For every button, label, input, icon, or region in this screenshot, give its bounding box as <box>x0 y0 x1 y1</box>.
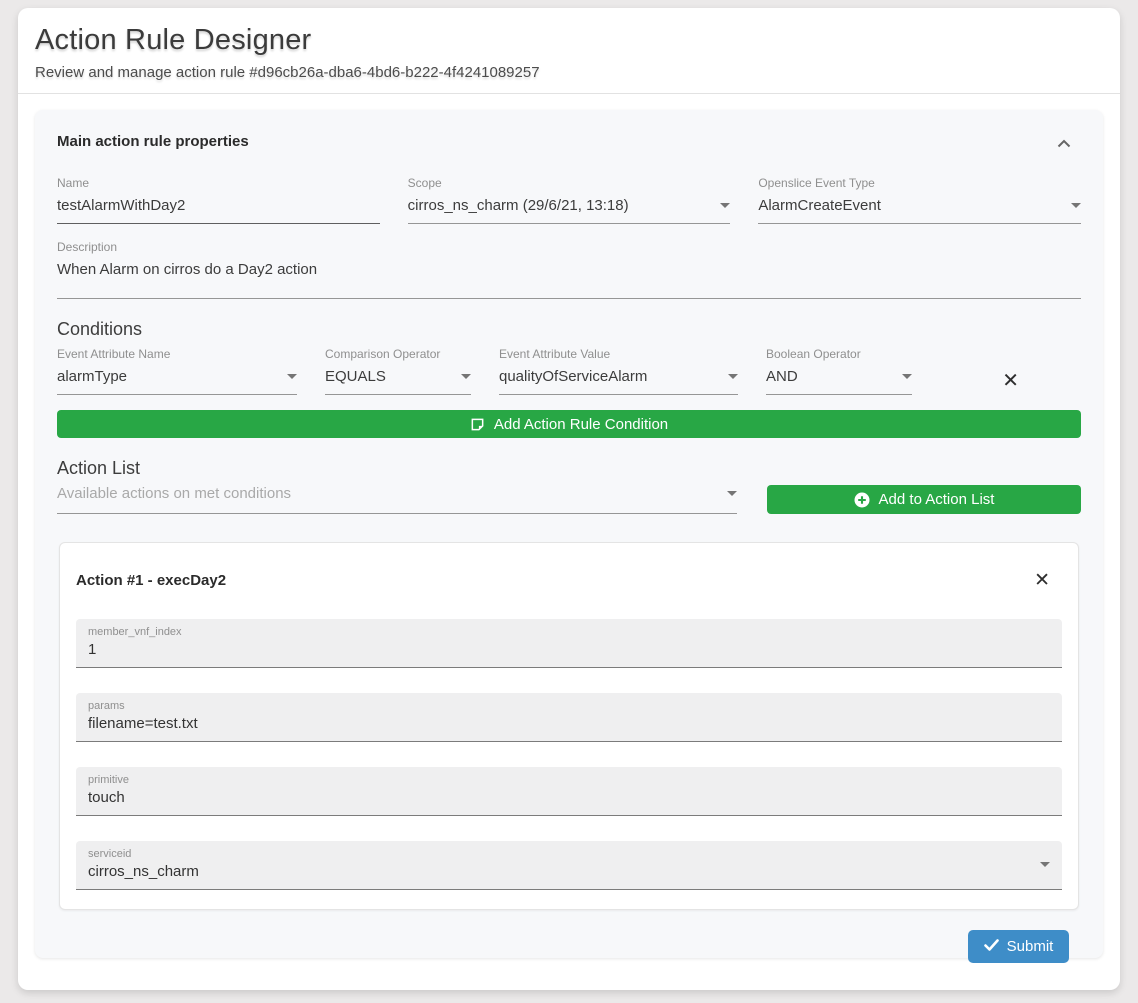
event-attribute-name-select[interactable]: alarmType <box>57 368 297 395</box>
collapse-panel-button[interactable] <box>1057 135 1071 153</box>
event-attribute-value-select[interactable]: qualityOfServiceAlarm <box>499 368 738 395</box>
event-type-select[interactable]: AlarmCreateEvent <box>758 197 1081 224</box>
primitive-label: primitive <box>88 774 129 786</box>
event-type-field[interactable]: Openslice Event Type AlarmCreateEvent <box>758 176 1081 224</box>
event-attribute-value-value: qualityOfServiceAlarm <box>499 368 647 385</box>
event-type-label: Openslice Event Type <box>758 176 1081 190</box>
available-actions-select[interactable]: Available actions on met conditions <box>57 485 737 514</box>
chevron-down-icon <box>461 374 471 379</box>
submit-label: Submit <box>1007 938 1054 955</box>
boolean-operator-field[interactable]: Boolean Operator AND <box>766 347 912 395</box>
scope-select[interactable]: cirros_ns_charm (29/6/21, 13:18) <box>408 197 731 224</box>
page-subtitle: Review and manage action rule #d96cb26a-… <box>35 64 1103 81</box>
condition-row: Event Attribute Name alarmType Compariso… <box>57 347 1081 395</box>
comparison-operator-select[interactable]: EQUALS <box>325 368 471 395</box>
event-type-value: AlarmCreateEvent <box>758 197 881 214</box>
serviceid-field[interactable]: serviceid cirros_ns_charm <box>76 841 1062 890</box>
chevron-up-icon <box>1057 135 1071 152</box>
event-attribute-name-value: alarmType <box>57 368 127 385</box>
main-fields-row: Name testAlarmWithDay2 Scope cirros_ns_c… <box>57 176 1081 224</box>
description-label: Description <box>57 240 1081 254</box>
comparison-operator-value: EQUALS <box>325 368 386 385</box>
boolean-operator-select[interactable]: AND <box>766 368 912 395</box>
action-card-header: Action #1 - execDay2 ✕ <box>76 571 1062 590</box>
name-label: Name <box>57 176 380 190</box>
check-icon <box>984 938 999 955</box>
note-add-icon <box>470 417 485 432</box>
comparison-operator-label: Comparison Operator <box>325 347 471 361</box>
scope-label: Scope <box>408 176 731 190</box>
chevron-down-icon <box>727 491 737 496</box>
member-vnf-index-label: member_vnf_index <box>88 626 182 638</box>
name-field[interactable]: Name testAlarmWithDay2 <box>57 176 380 224</box>
panel-header: Main action rule properties <box>57 133 1081 153</box>
chevron-down-icon <box>287 374 297 379</box>
event-attribute-value-label: Event Attribute Value <box>499 347 738 361</box>
params-value: filename=test.txt <box>88 715 198 732</box>
event-attribute-name-label: Event Attribute Name <box>57 347 297 361</box>
conditions-heading: Conditions <box>57 319 1081 340</box>
close-icon: ✕ <box>1034 570 1050 591</box>
member-vnf-index-value: 1 <box>88 641 182 658</box>
close-icon: ✕ <box>1002 370 1019 392</box>
add-to-action-list-button[interactable]: Add to Action List <box>767 485 1081 514</box>
event-attribute-name-field[interactable]: Event Attribute Name alarmType <box>57 347 297 395</box>
main-rule-panel: Main action rule properties Name testAla… <box>35 110 1103 958</box>
action-list-heading: Action List <box>57 458 1081 479</box>
event-attribute-value-field[interactable]: Event Attribute Value qualityOfServiceAl… <box>499 347 738 395</box>
add-condition-button[interactable]: Add Action Rule Condition <box>57 410 1081 438</box>
main-container: Action Rule Designer Review and manage a… <box>18 8 1120 990</box>
available-actions-field[interactable]: Available actions on met conditions <box>57 485 737 514</box>
member-vnf-index-field[interactable]: member_vnf_index 1 <box>76 619 1062 668</box>
boolean-operator-value: AND <box>766 368 798 385</box>
action-card-title: Action #1 - execDay2 <box>76 572 226 589</box>
description-field[interactable]: Description When Alarm on cirros do a Da… <box>57 240 1081 299</box>
chevron-down-icon <box>728 374 738 379</box>
description-input[interactable]: When Alarm on cirros do a Day2 action <box>57 261 1081 299</box>
name-value: testAlarmWithDay2 <box>57 197 185 214</box>
chevron-down-icon <box>720 203 730 208</box>
chevron-down-icon <box>1071 203 1081 208</box>
add-condition-label: Add Action Rule Condition <box>494 416 668 433</box>
serviceid-value: cirros_ns_charm <box>88 863 199 880</box>
add-to-action-list-label: Add to Action List <box>879 491 995 508</box>
scope-field[interactable]: Scope cirros_ns_charm (29/6/21, 13:18) <box>408 176 731 224</box>
serviceid-label: serviceid <box>88 848 199 860</box>
params-field[interactable]: params filename=test.txt <box>76 693 1062 742</box>
params-label: params <box>88 700 198 712</box>
comparison-operator-field[interactable]: Comparison Operator EQUALS <box>325 347 471 395</box>
submit-row: Submit <box>57 930 1081 963</box>
primitive-value: touch <box>88 789 129 806</box>
panel-title: Main action rule properties <box>57 133 249 150</box>
page-title: Action Rule Designer <box>35 24 1103 57</box>
submit-button[interactable]: Submit <box>968 930 1069 963</box>
primitive-field[interactable]: primitive touch <box>76 767 1062 816</box>
available-actions-placeholder: Available actions on met conditions <box>57 485 291 502</box>
name-input[interactable]: testAlarmWithDay2 <box>57 197 380 224</box>
plus-circle-icon <box>854 492 870 508</box>
page-header: Action Rule Designer Review and manage a… <box>18 8 1120 94</box>
description-value: When Alarm on cirros do a Day2 action <box>57 261 317 278</box>
action-list-row: Available actions on met conditions Add … <box>57 485 1081 514</box>
scope-value: cirros_ns_charm (29/6/21, 13:18) <box>408 197 629 214</box>
remove-condition-button[interactable]: ✕ <box>1002 371 1019 391</box>
action-card: Action #1 - execDay2 ✕ member_vnf_index … <box>59 542 1079 910</box>
chevron-down-icon <box>1040 862 1050 867</box>
remove-action-button[interactable]: ✕ <box>1034 571 1050 590</box>
chevron-down-icon <box>902 374 912 379</box>
boolean-operator-label: Boolean Operator <box>766 347 912 361</box>
